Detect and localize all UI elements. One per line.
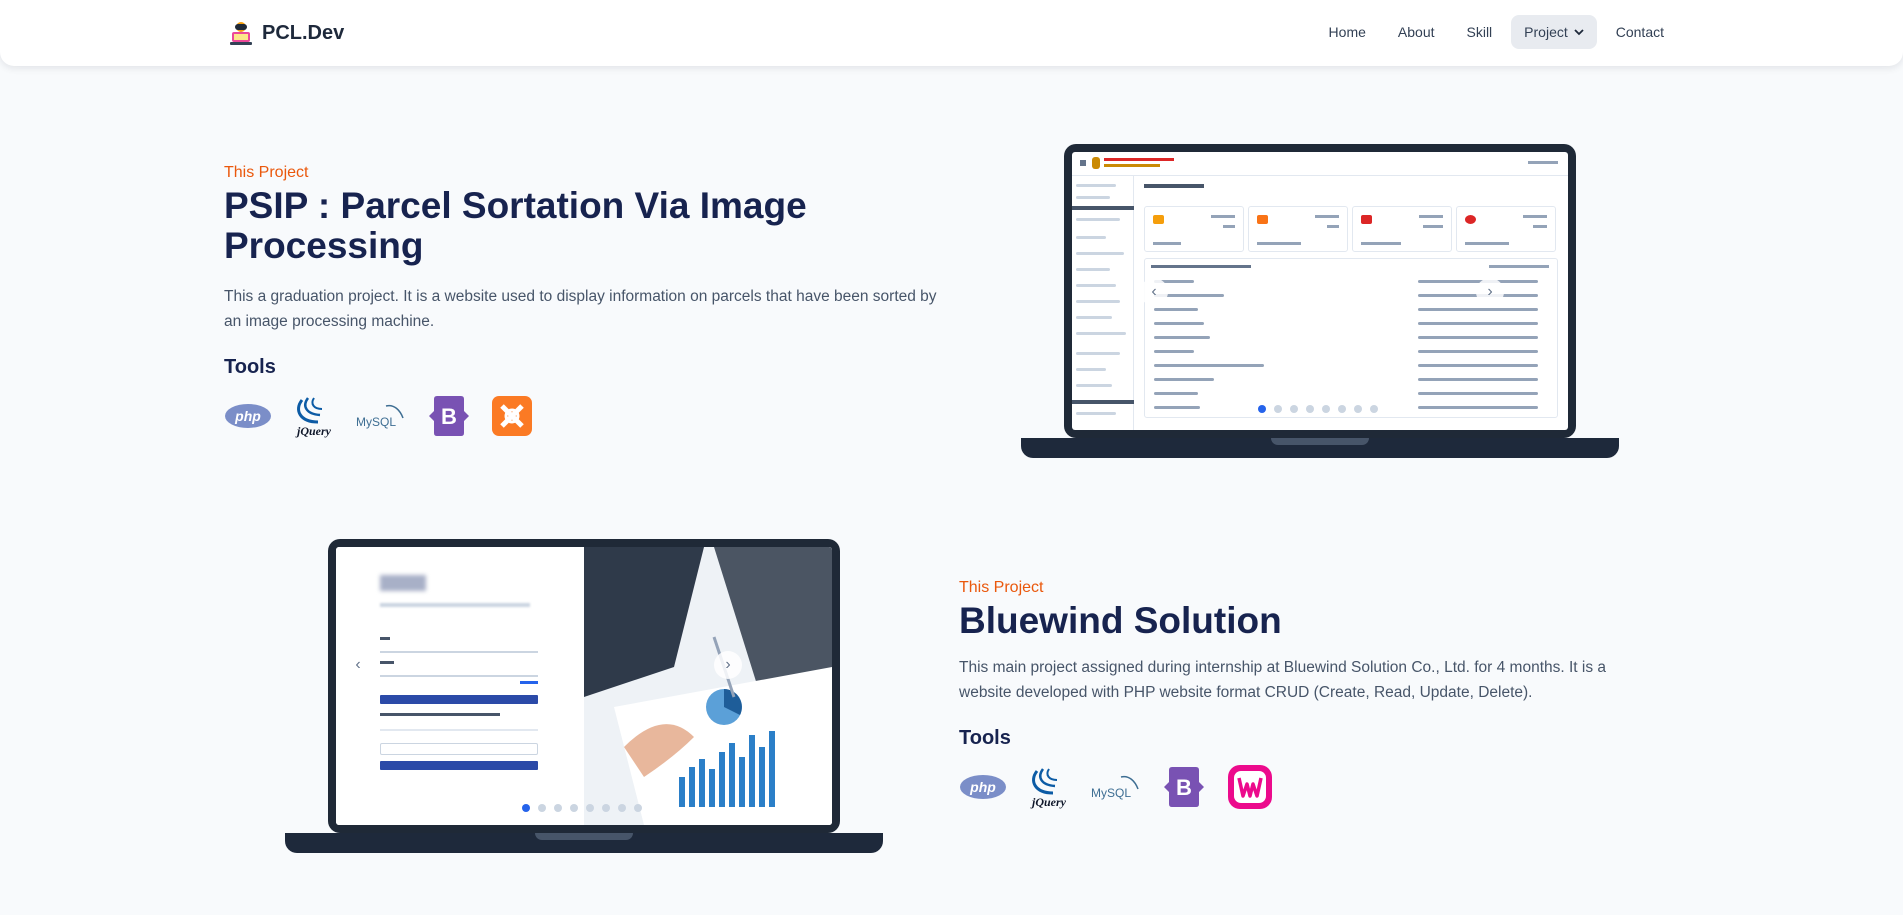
project-bluewind: This Project Bluewind Solution This main… xyxy=(959,579,1639,809)
carousel-next-button[interactable]: › xyxy=(1476,278,1504,306)
carousel-dot[interactable] xyxy=(1370,405,1378,413)
dashboard-sidebar xyxy=(1072,176,1134,430)
carousel-bluewind[interactable]: ‹ › xyxy=(336,547,832,825)
php-logo-icon: php xyxy=(959,766,1007,808)
carousel-psip[interactable]: ‹ › xyxy=(1072,152,1568,430)
carousel-next-button[interactable]: › xyxy=(714,651,742,679)
stat-card xyxy=(1352,206,1452,252)
project-eyebrow: This Project xyxy=(224,164,309,181)
jquery-logo-icon: jQuery xyxy=(292,395,336,438)
laptop-notch xyxy=(535,833,633,840)
hands-chart-image xyxy=(584,547,832,825)
tools-list: php jQuery MySQL B xyxy=(959,765,1639,809)
svg-text:B: B xyxy=(1176,775,1192,800)
carousel-indicators xyxy=(1258,405,1378,413)
carousel-dot[interactable] xyxy=(1306,405,1314,413)
carousel-prev-button[interactable]: ‹ xyxy=(1140,278,1168,306)
svg-text:jQuery: jQuery xyxy=(1030,795,1067,809)
project-eyebrow: This Project xyxy=(959,579,1044,596)
carousel-prev-button[interactable]: ‹ xyxy=(344,651,372,679)
wampserver-logo-icon xyxy=(1227,765,1273,809)
chevron-left-icon: ‹ xyxy=(1151,283,1157,300)
business-photo xyxy=(584,547,832,825)
project-description: This main project assigned during intern… xyxy=(959,659,1607,701)
carousel-dot[interactable] xyxy=(1274,405,1282,413)
bootstrap-logo-icon: B xyxy=(1161,766,1207,808)
login-panel xyxy=(336,547,584,825)
mysql-logo-icon: MySQL xyxy=(356,395,406,437)
mysql-logo-icon: MySQL xyxy=(1091,766,1141,808)
carousel-dot[interactable] xyxy=(602,804,610,812)
nav-home-label: Home xyxy=(1328,24,1366,40)
stat-card xyxy=(1456,206,1556,252)
svg-text:B: B xyxy=(441,404,457,429)
laptop-mockup-bluewind: ‹ › xyxy=(285,539,883,855)
nav-home[interactable]: Home xyxy=(1316,15,1379,49)
project-title: Bluewind Solution xyxy=(959,600,1282,641)
carousel-dot[interactable] xyxy=(1290,405,1298,413)
google-login-button[interactable] xyxy=(380,743,538,755)
dashboard-header xyxy=(1072,152,1568,176)
nav-project-dropdown[interactable]: Project xyxy=(1511,15,1597,49)
tools-heading: Tools xyxy=(959,727,1011,749)
nav-project-label: Project xyxy=(1524,24,1568,40)
dashboard-title xyxy=(1144,184,1204,188)
brand[interactable]: PCL.Dev xyxy=(228,20,344,46)
carousel-dot[interactable] xyxy=(1322,405,1330,413)
nav-skill[interactable]: Skill xyxy=(1454,15,1506,49)
nav-about[interactable]: About xyxy=(1385,15,1448,49)
chevron-down-icon xyxy=(1574,29,1584,36)
php-logo-icon: php xyxy=(224,395,272,437)
stat-card xyxy=(1144,206,1244,252)
brand-name: PCL.Dev xyxy=(262,21,345,44)
laptop-avatar-icon xyxy=(228,20,254,46)
bootstrap-logo-icon: B xyxy=(426,395,472,437)
carousel-dot[interactable] xyxy=(570,804,578,812)
xampp-logo-icon xyxy=(492,395,532,437)
carousel-dot[interactable] xyxy=(538,804,546,812)
carousel-indicators xyxy=(522,804,642,812)
stat-card xyxy=(1248,206,1348,252)
carousel-dot[interactable] xyxy=(554,804,562,812)
chevron-right-icon: › xyxy=(725,656,731,673)
carousel-dot[interactable] xyxy=(1354,405,1362,413)
navbar: PCL.Dev Home About Skill Project Contact xyxy=(0,0,1903,66)
blurred-logo xyxy=(380,575,426,591)
nav-contact[interactable]: Contact xyxy=(1603,15,1677,49)
laptop-notch xyxy=(1271,438,1369,445)
carousel-dot[interactable] xyxy=(634,804,642,812)
svg-text:MySQL: MySQL xyxy=(1091,786,1131,800)
nav-contact-label: Contact xyxy=(1615,24,1664,40)
svg-text:php: php xyxy=(969,779,996,795)
tools-heading: Tools xyxy=(224,356,276,378)
tools-list: php jQuery MySQL B xyxy=(224,395,944,438)
project-title: PSIP : Parcel Sortation Via Image Proces… xyxy=(224,185,807,266)
laptop-mockup-psip: ‹ › xyxy=(1021,144,1619,460)
jquery-logo-icon: jQuery xyxy=(1027,766,1071,809)
carousel-dot[interactable] xyxy=(1338,405,1346,413)
carousel-dot[interactable] xyxy=(1258,405,1266,413)
svg-text:php: php xyxy=(234,408,261,424)
facebook-login-button[interactable] xyxy=(380,761,538,770)
nav-about-label: About xyxy=(1397,24,1435,40)
login-button[interactable] xyxy=(380,695,538,704)
main-nav: Home About Skill Project Contact xyxy=(1316,15,1677,49)
chevron-right-icon: › xyxy=(1487,283,1493,300)
svg-text:jQuery: jQuery xyxy=(295,424,332,438)
svg-text:MySQL: MySQL xyxy=(356,415,396,429)
project-description: This a graduation project. It is a websi… xyxy=(224,288,937,330)
carousel-dot[interactable] xyxy=(586,804,594,812)
chevron-left-icon: ‹ xyxy=(355,656,361,673)
project-psip: This Project PSIP : Parcel Sortation Via… xyxy=(224,164,944,438)
carousel-dot[interactable] xyxy=(618,804,626,812)
carousel-dot[interactable] xyxy=(522,804,530,812)
nav-skill-label: Skill xyxy=(1466,24,1493,40)
